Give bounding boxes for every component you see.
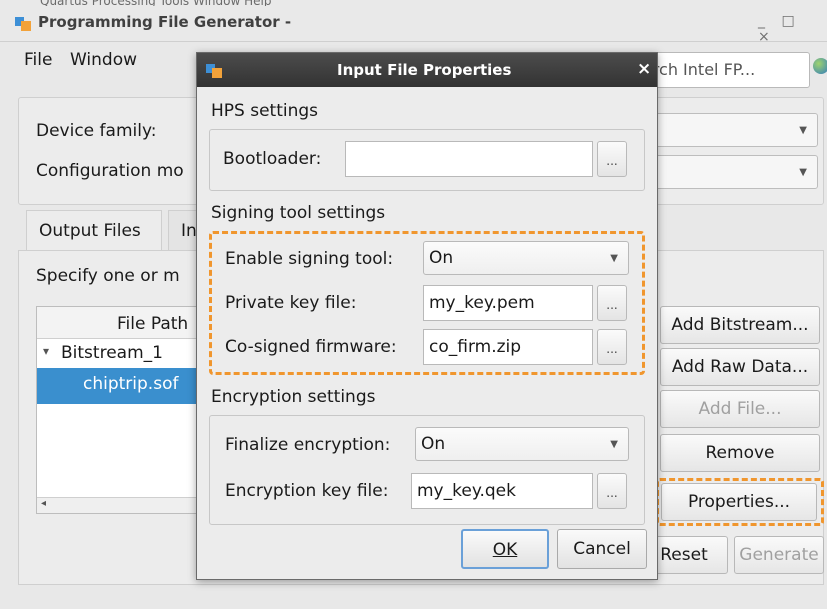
chevron-down-icon: ▼ <box>799 167 807 178</box>
main-window-title: Programming File Generator - <box>38 13 292 31</box>
encryption-key-input[interactable]: my_key.qek <box>411 473 593 509</box>
device-family-label: Device family: <box>36 121 157 141</box>
properties-button[interactable]: Properties... <box>661 483 817 521</box>
enable-signing-select[interactable]: On ▼ <box>423 241 629 275</box>
globe-icon[interactable] <box>813 58 827 74</box>
panel-hint: Specify one or m <box>36 266 180 286</box>
enable-signing-label: Enable signing tool: <box>225 249 394 269</box>
window-controls[interactable]: _ □ × <box>758 13 827 45</box>
add-bitstream-button[interactable]: Add Bitstream... <box>660 306 820 344</box>
cosigned-firmware-input[interactable]: co_firm.zip <box>423 329 593 365</box>
hps-settings-title: HPS settings <box>211 101 319 121</box>
private-key-input[interactable]: my_key.pem <box>423 285 593 321</box>
private-key-browse-button[interactable]: ... <box>597 285 627 321</box>
finalize-encryption-select[interactable]: On ▼ <box>415 427 629 461</box>
remove-button[interactable]: Remove <box>660 434 820 472</box>
row-label: Bitstream_1 <box>61 343 163 363</box>
app-icon <box>206 64 222 78</box>
expand-chevron-icon[interactable]: ▾ <box>43 344 49 358</box>
configuration-mode-combo[interactable]: ▼ <box>650 155 818 189</box>
menu-file[interactable]: File <box>24 50 52 70</box>
ok-button-label: OK <box>492 540 518 560</box>
menu-window[interactable]: Window <box>70 50 137 70</box>
row-label: chiptrip.sof <box>83 374 179 394</box>
generate-button[interactable]: Generate <box>734 536 824 574</box>
chevron-down-icon: ▼ <box>610 253 618 264</box>
add-file-button[interactable]: Add File... <box>660 390 820 428</box>
app-icon <box>15 17 31 31</box>
add-raw-data-button[interactable]: Add Raw Data... <box>660 348 820 386</box>
tab-input-files-label: In <box>181 221 197 241</box>
encryption-settings-title: Encryption settings <box>211 387 376 407</box>
chevron-down-icon: ▼ <box>610 439 618 450</box>
search-input[interactable]: arch Intel FP... <box>634 52 810 88</box>
horizontal-scrollbar[interactable]: ◂ <box>37 497 205 513</box>
clipped-menu-text: Quartus Processing Tools Window Help <box>40 0 420 6</box>
dialog-title: Input File Properties <box>337 61 512 79</box>
tab-output-files-label: Output Files <box>39 221 141 241</box>
chevron-down-icon: ▼ <box>799 125 807 136</box>
dialog-title-bar[interactable]: Input File Properties × <box>197 53 657 87</box>
scroll-left-icon[interactable]: ◂ <box>41 498 46 509</box>
ok-button[interactable]: OK <box>461 529 549 569</box>
bootloader-label: Bootloader: <box>223 149 322 169</box>
finalize-encryption-label: Finalize encryption: <box>225 435 391 455</box>
cancel-button[interactable]: Cancel <box>557 529 647 569</box>
table-row[interactable]: ▾ Bitstream_1 <box>37 340 205 368</box>
cancel-button-label: Cancel <box>573 539 631 559</box>
tab-output-files[interactable]: Output Files <box>26 210 162 250</box>
file-table[interactable]: File Path ▾ Bitstream_1 chiptrip.sof ◂ <box>36 306 206 514</box>
table-row-selected[interactable]: chiptrip.sof <box>37 368 205 404</box>
encryption-key-browse-button[interactable]: ... <box>597 473 627 509</box>
private-key-label: Private key file: <box>225 293 357 313</box>
input-file-properties-dialog: Input File Properties × HPS settings Boo… <box>196 52 658 580</box>
table-header-file-path: File Path <box>117 314 189 334</box>
cosigned-firmware-browse-button[interactable]: ... <box>597 329 627 365</box>
signing-settings-title: Signing tool settings <box>211 203 386 223</box>
bootloader-input[interactable] <box>345 141 593 177</box>
cosigned-firmware-label: Co-signed firmware: <box>225 337 397 357</box>
table-header[interactable]: File Path <box>37 307 205 339</box>
device-family-combo[interactable]: ▼ <box>650 113 818 147</box>
encryption-key-label: Encryption key file: <box>225 481 389 501</box>
configuration-mode-label: Configuration mo <box>36 161 184 181</box>
bootloader-browse-button[interactable]: ... <box>597 141 627 177</box>
enable-signing-value: On <box>429 248 454 268</box>
finalize-encryption-value: On <box>421 434 446 454</box>
close-icon[interactable]: × <box>637 59 651 79</box>
main-title-bar: Quartus Processing Tools Window Help Pro… <box>0 0 827 45</box>
